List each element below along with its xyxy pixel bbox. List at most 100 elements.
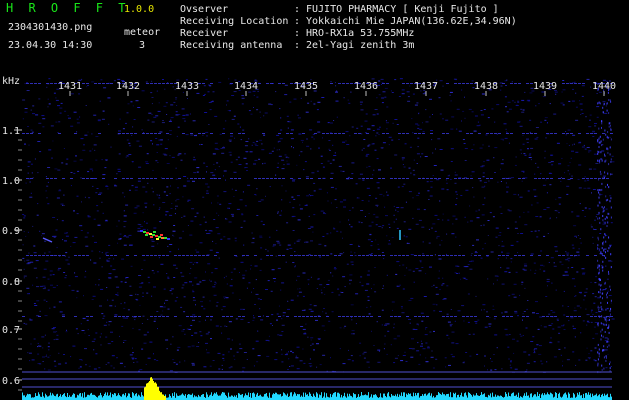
meteor-pixel [149, 233, 152, 235]
spectrum-bin [311, 396, 312, 400]
spectrum-bin [578, 394, 579, 400]
spectrum-bin [395, 394, 396, 400]
meteor-pixel [167, 238, 170, 240]
spectrum-bin [402, 396, 403, 400]
spectrum-bin [206, 392, 207, 400]
spectrum-bin [198, 394, 199, 400]
spectrum-bin [474, 395, 475, 400]
spectrum-bin [80, 393, 81, 400]
spectrum-bin [528, 395, 529, 400]
spectrum-bin [221, 393, 222, 400]
y-tick-label: 0.7 [2, 325, 20, 336]
spectrum-bin [184, 395, 185, 400]
spectrum-bin [403, 392, 404, 400]
spectrum-bin [201, 395, 202, 400]
spectrum-bin [114, 393, 115, 400]
spectrum-bin [170, 395, 171, 400]
spectrum-bin [223, 392, 224, 400]
spectrum-bin [122, 394, 123, 400]
meteor-pixel [164, 237, 167, 239]
spectrum-bin [310, 393, 311, 400]
spectrum-bin [348, 396, 349, 400]
spectrum-bin [354, 394, 355, 400]
spectrum-bin [516, 394, 517, 400]
spectrum-bin [499, 396, 500, 400]
spectrum-bin [136, 393, 137, 400]
spectrum-bin [192, 393, 193, 400]
spectrum-bin [107, 392, 108, 400]
spectrum-bin [120, 396, 121, 400]
spectrum-peak-bin [160, 392, 161, 400]
spectrum-bin [239, 393, 240, 400]
spectrum-bin [514, 395, 515, 400]
app-title: H R O F F T [6, 1, 130, 15]
spectrum-bin [219, 395, 220, 400]
spectrum-bin [587, 394, 588, 400]
spectrum-bin [282, 395, 283, 400]
spectrum-bin [238, 393, 239, 400]
spectrum-bin [556, 393, 557, 400]
spectrum-bin [42, 392, 43, 400]
spectrum-bin [581, 395, 582, 400]
spectrum-bin [406, 393, 407, 400]
spectrum-bin [439, 393, 440, 400]
spectrum-bin [526, 392, 527, 400]
spectrum-bin [401, 392, 402, 400]
meteor-pixel [156, 238, 159, 240]
spectrum-bin [59, 396, 60, 400]
y-tick-label: 0.8 [2, 277, 20, 288]
spectrum-bin [187, 394, 188, 400]
spectrum-bin [460, 395, 461, 400]
spectrum-bin [181, 394, 182, 400]
spectrum-bin [207, 394, 208, 400]
spectrum-bin [319, 394, 320, 400]
spectrum-bin [339, 393, 340, 400]
spectrum-peak-bin [163, 394, 164, 400]
spectrum-bin [132, 392, 133, 400]
spectrum-bin [215, 393, 216, 400]
spectrum-peak-bin [147, 383, 148, 400]
spectrum-bin [234, 395, 235, 400]
spectrum-bin [252, 393, 253, 400]
spectrum-peak-bin [159, 390, 160, 400]
spectrum-bin [484, 393, 485, 400]
app-version: 1.0.0 [124, 4, 155, 15]
info-value-antenna: 2el-Yagi zenith 3m [306, 40, 415, 51]
spectrum-bin [248, 392, 249, 400]
spectrum-bin [94, 394, 95, 400]
spectrum-bin [316, 392, 317, 400]
spectrum-bin [291, 392, 292, 400]
spectrum-bin [573, 392, 574, 400]
spectrum-bin [214, 392, 215, 400]
spectrum-bin [498, 395, 499, 400]
y-tick-label: 0.6 [2, 376, 20, 387]
spectrum-bin [473, 394, 474, 400]
spectrum-bin [202, 394, 203, 400]
x-tick-label: 1432 [116, 81, 140, 92]
spectrum-bin [279, 394, 280, 400]
spectrum-bin [400, 395, 401, 400]
spectrum-bin [87, 394, 88, 400]
info-value-location: Yokkaichi Mie JAPAN(136.62E,34.96N) [306, 16, 517, 27]
x-tick-label: 1436 [354, 81, 378, 92]
spectrum-bin [512, 392, 513, 400]
spectrum-bin [396, 396, 397, 400]
spectrum-bin [139, 395, 140, 400]
spectrum-bin [518, 392, 519, 400]
spectrum-bin [55, 396, 56, 400]
spectrum-bin [568, 392, 569, 400]
spectrum-bin [284, 393, 285, 400]
spectrum-bin [424, 393, 425, 400]
spectrum-bin [189, 394, 190, 400]
spectrum-bin [250, 393, 251, 400]
spectrum-bin [440, 394, 441, 400]
spectrum-bin [438, 392, 439, 400]
spectrum-bin [209, 395, 210, 400]
spectrum-bin [257, 392, 258, 400]
spectrum-bin [287, 393, 288, 400]
spectrum-bin [594, 395, 595, 400]
file-name: 2304301430.png [8, 22, 93, 33]
spectrum-bin [84, 392, 85, 400]
spectrum-bin [137, 396, 138, 400]
info-label-antenna: Receiving antenna [180, 40, 283, 51]
